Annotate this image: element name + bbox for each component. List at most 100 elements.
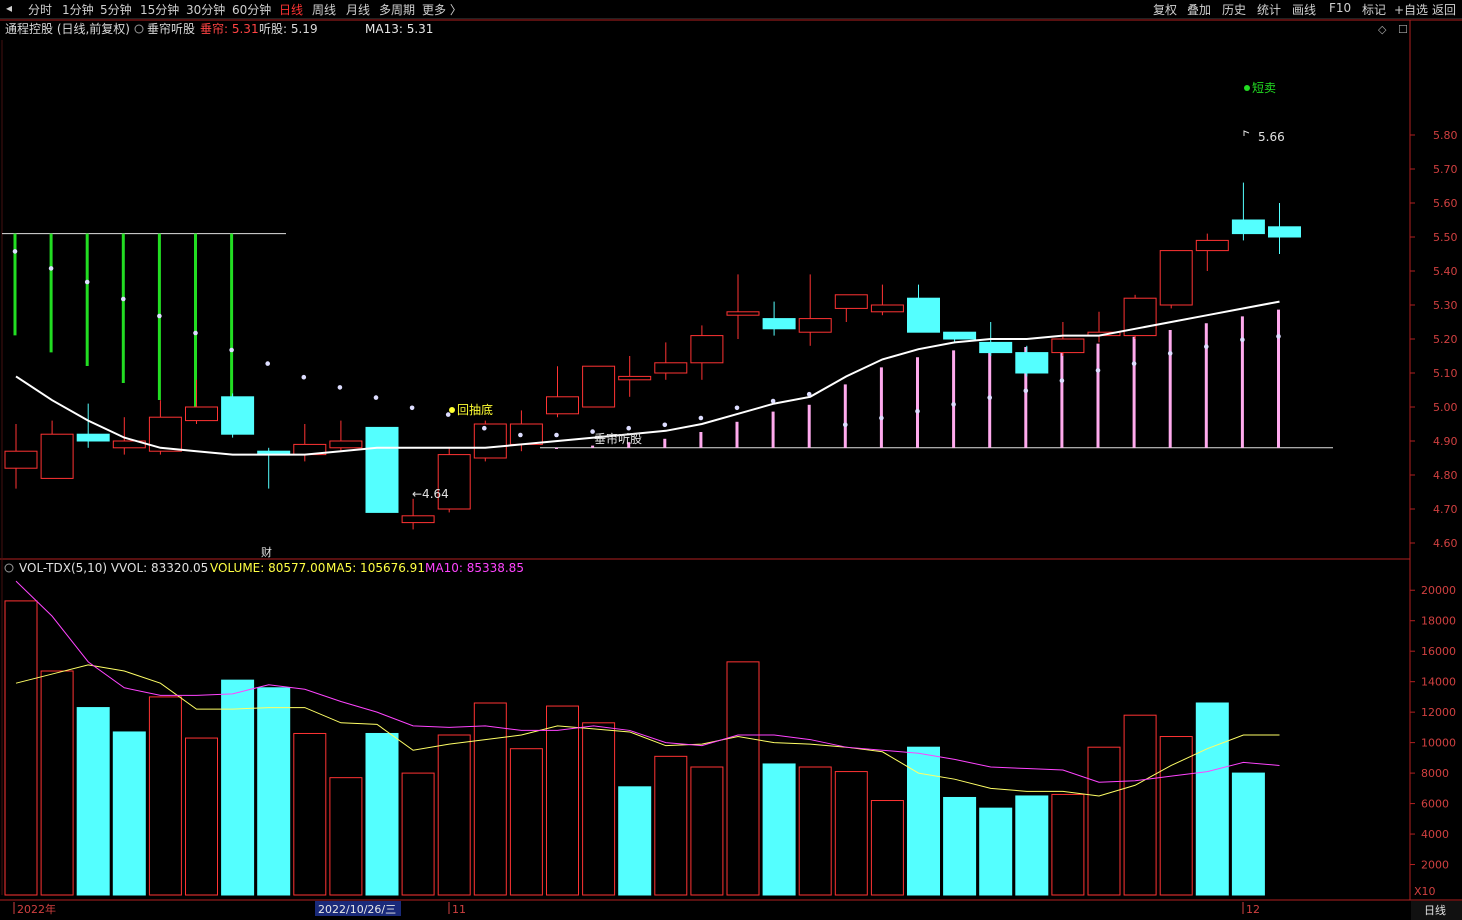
- signal-dot: [482, 425, 487, 431]
- candle-body[interactable]: [979, 341, 1013, 354]
- volume-bar[interactable]: [1015, 795, 1049, 896]
- volume-bar[interactable]: [185, 737, 218, 896]
- ma13-value: MA13: 5.31: [365, 22, 433, 36]
- volume-bar[interactable]: [1087, 746, 1121, 896]
- candle-body[interactable]: [654, 362, 688, 374]
- candle-body[interactable]: [943, 331, 977, 340]
- signal-dot: [12, 249, 18, 254]
- volume-bar[interactable]: [221, 679, 255, 896]
- candle-body[interactable]: [870, 304, 904, 313]
- signal-dot: [157, 313, 162, 319]
- volume-bar[interactable]: [40, 670, 74, 896]
- volume-bar[interactable]: [257, 687, 291, 896]
- volume-bar[interactable]: [4, 600, 38, 896]
- indicator-value: 垂帘: 5.31: [200, 21, 259, 36]
- volume-bar[interactable]: [148, 696, 182, 896]
- price-tick-label: 5.30: [1433, 299, 1458, 312]
- candle-body[interactable]: [329, 440, 363, 449]
- candle-body[interactable]: [546, 396, 579, 415]
- price-tick-label: 5.20: [1433, 333, 1458, 346]
- price-tick-label: 5.60: [1433, 197, 1458, 210]
- volume-bar[interactable]: [112, 731, 146, 896]
- candle-body[interactable]: [365, 426, 399, 513]
- cursor-date-label: 2022/10/26/三: [318, 903, 396, 916]
- candle-body[interactable]: [798, 318, 832, 333]
- volume-bar[interactable]: [1051, 793, 1085, 896]
- signal-dot: [626, 425, 631, 431]
- signal-dot: [1059, 378, 1065, 383]
- candle-body[interactable]: [834, 294, 868, 309]
- candle-body[interactable]: [221, 396, 255, 435]
- signal-dot: [229, 347, 234, 353]
- candle-body[interactable]: [401, 515, 435, 524]
- volume-bar[interactable]: [834, 771, 868, 896]
- volume-bar[interactable]: [690, 766, 724, 896]
- volume-bar[interactable]: [1159, 736, 1193, 896]
- volume-bar[interactable]: [546, 705, 579, 896]
- candle-body[interactable]: [40, 433, 74, 479]
- price-tick-label: 5.40: [1433, 265, 1458, 278]
- volume-bar[interactable]: [293, 732, 327, 896]
- volume-menu-icon[interactable]: [4, 563, 14, 573]
- candle-body[interactable]: [1051, 338, 1085, 354]
- volume-bar[interactable]: [1123, 714, 1157, 896]
- candle-body[interactable]: [473, 423, 507, 459]
- candle-body[interactable]: [76, 433, 110, 442]
- volume-bar[interactable]: [762, 763, 796, 896]
- candle-body[interactable]: [762, 318, 796, 330]
- candle-body[interactable]: [907, 297, 940, 333]
- indicator-annotation: 垂帘听股: [594, 431, 642, 446]
- candle-body[interactable]: [618, 375, 652, 381]
- month-label-nov: 11: [452, 903, 466, 916]
- finance-marker[interactable]: 财: [261, 545, 272, 559]
- volume-bar[interactable]: [979, 807, 1013, 896]
- window-icon[interactable]: ☐: [1398, 23, 1408, 36]
- indicator-menu-icon[interactable]: [134, 24, 144, 34]
- candle-body[interactable]: [185, 406, 218, 422]
- volume-bar[interactable]: [798, 766, 832, 896]
- price-tick-label: 4.70: [1433, 503, 1458, 516]
- candle-body[interactable]: [582, 365, 616, 408]
- low-price-label: ←4.64: [412, 487, 449, 501]
- diamond-icon[interactable]: ◇: [1378, 23, 1387, 36]
- candle-body[interactable]: [726, 311, 760, 316]
- period-label[interactable]: 日线: [1424, 903, 1446, 917]
- volume-bar[interactable]: [76, 707, 110, 896]
- high-flag-icon: [1243, 130, 1250, 136]
- volume-bar[interactable]: [473, 702, 507, 896]
- volume-bar[interactable]: [437, 734, 471, 896]
- volume-bar[interactable]: [943, 796, 977, 896]
- signal-dot: [409, 405, 415, 411]
- candle-body[interactable]: [1159, 250, 1193, 306]
- volume-bar[interactable]: [1231, 772, 1265, 896]
- signal-dot: [518, 432, 523, 438]
- volume-bar[interactable]: [401, 772, 435, 896]
- candle-body[interactable]: [1231, 219, 1265, 235]
- candle-body[interactable]: [509, 423, 543, 445]
- signal-dot: [373, 395, 379, 400]
- stock-chart-canvas[interactable]: 4.60 4.70 4.80 4.90 5.00 5.10 5.20 5.30 5.40 5.50…: [0, 0, 1462, 920]
- candle-body[interactable]: [1195, 239, 1229, 252]
- candle-body[interactable]: [1268, 226, 1301, 238]
- candle-body[interactable]: [1015, 352, 1049, 374]
- price-tick-label: 4.90: [1433, 435, 1458, 448]
- price-tick-label: 5.00: [1433, 401, 1458, 414]
- ma5-value: MA5: 105676.91: [326, 561, 425, 575]
- volume-bar[interactable]: [582, 722, 616, 896]
- volume-bar[interactable]: [509, 748, 543, 896]
- volume-bar[interactable]: [654, 755, 688, 896]
- volume-bar[interactable]: [618, 786, 652, 896]
- candle-body[interactable]: [4, 450, 38, 469]
- signal-dot: [879, 415, 884, 421]
- volume-tick-label: 2000: [1421, 859, 1449, 872]
- signal-dot: [337, 385, 343, 390]
- signal-dot: [915, 408, 920, 414]
- volume-bar[interactable]: [726, 661, 760, 896]
- volume-bar[interactable]: [365, 732, 399, 896]
- volume-bar[interactable]: [329, 777, 363, 896]
- candle-body[interactable]: [690, 335, 724, 364]
- signal-dot: [1095, 368, 1101, 373]
- volume-bar[interactable]: [870, 800, 904, 896]
- signal-dot: [951, 402, 956, 407]
- volume-bar[interactable]: [1195, 702, 1229, 896]
